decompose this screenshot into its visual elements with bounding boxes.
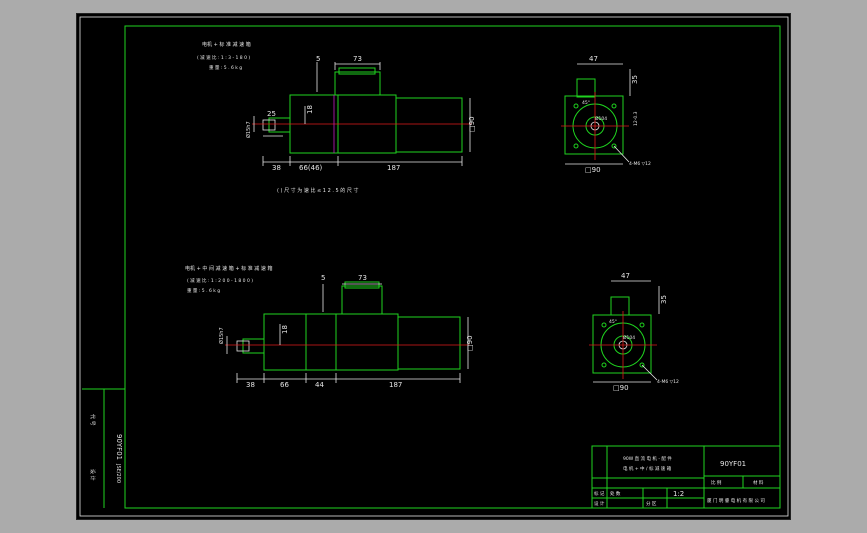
bottom-side-view: 47 35 Ø104 45° □90 4-M6 ▽12 (589, 272, 679, 392)
tb-sign: 分 区 (646, 500, 657, 507)
b-dim-18: 18 (281, 325, 289, 334)
side-label-a: 代 号 (89, 414, 96, 426)
dim-5: 5 (316, 55, 320, 63)
bottom-ratio: ( 减 速 比 : 1 : 2 0 0 - 1 8 0 0 ) (187, 277, 253, 284)
b-dim-15: Ø15h7 (218, 327, 225, 344)
dim-90: □90 (468, 116, 476, 132)
dim-38: 38 (272, 164, 281, 172)
top-title: 电机 + 标 准 减 速 箱 (202, 41, 251, 48)
top-front-view: 电机 + 标 准 减 速 箱 ( 减 速 比 : 1 : 3 - 1 8 0 )… (197, 41, 476, 194)
top-weight: 重 量 : 5 . 6 k g (209, 64, 242, 71)
side-label-b: 设 计 (89, 469, 96, 481)
side-code: 90YF01 (115, 434, 123, 460)
side-dim-47: 47 (589, 55, 598, 63)
dim-25: 25 (267, 110, 276, 118)
b-dim-90: □90 (466, 335, 474, 351)
b-side-bolt: 4-M6 ▽12 (657, 379, 679, 385)
tb-qty: 处 数 (610, 490, 621, 497)
cad-sheet: 90YF01 JSE/200 代 号 设 计 电机 + 标 准 减 速 箱 ( … (79, 16, 789, 517)
side-bolt: 4-M6 ▽12 (629, 161, 651, 167)
top-ratio: ( 减 速 比 : 1 : 3 - 1 8 0 ) (197, 54, 250, 61)
b-dim-187: 187 (389, 381, 402, 389)
tb-row2: 设 计 (594, 500, 605, 507)
side-dim-104: Ø104 (595, 115, 607, 122)
title-block: 90W 直 流 电 机 - 配 件 电 机 + 中 / 标 减 速 箱 90YF… (591, 445, 781, 509)
side-dim-35: 35 (631, 75, 639, 84)
b-dim-66: 66 (280, 381, 289, 389)
top-note: ( ) 尺 寸 为 速 比 ≤ 1 2 . 5 的 尺 寸 (277, 187, 358, 194)
b-dim-38: 38 (246, 381, 255, 389)
top-side-view: 47 35 12-0.3 Ø104 45° □90 4-M6 ▽12 (561, 55, 651, 174)
b-dim-5: 5 (321, 274, 325, 282)
drawing-viewport[interactable]: 90YF01 JSE/200 代 号 设 计 电机 + 标 准 减 速 箱 ( … (76, 13, 791, 520)
bottom-weight: 重 量 : 5 . 6 k g (187, 287, 220, 294)
tb-company: 厦 门 明 睿 电 机 有 限 公 司 (707, 497, 765, 504)
bottom-front-view: 电机 + 中 间 减 速 箱 + 标 准 减 速 箱 ( 减 速 比 : 1 :… (185, 265, 474, 389)
side-dim-12: 12-0.3 (633, 111, 639, 126)
tb-row1: 标 记 (594, 490, 605, 497)
tb-scale: 1:2 (673, 490, 684, 498)
tb-drawing-no: 90YF01 (720, 460, 746, 468)
dim-187: 187 (387, 164, 400, 172)
b-side-angle: 45° (609, 319, 617, 325)
tb-scale-label: 比 例 (711, 479, 722, 486)
dim-73: 73 (353, 55, 362, 63)
tb-material-label: 材 料 (753, 479, 764, 486)
dim-66: 66(46) (299, 164, 323, 172)
side-angle: 45° (582, 100, 590, 106)
b-side-dim-35: 35 (660, 295, 668, 304)
b-side-dim-47: 47 (621, 272, 630, 280)
side-date: JSE/200 (115, 463, 121, 483)
bottom-title: 电机 + 中 间 减 速 箱 + 标 准 减 速 箱 (185, 265, 272, 272)
dim-15: Ø15h7 (245, 121, 252, 138)
tb-line1: 90W 直 流 电 机 - 配 件 (623, 455, 672, 462)
b-side-dim-104: Ø104 (623, 334, 635, 341)
tb-line2: 电 机 + 中 / 标 减 速 箱 (623, 465, 672, 472)
dim-18: 18 (306, 105, 314, 114)
side-strip: 90YF01 JSE/200 代 号 设 计 (82, 388, 125, 508)
side-dim-90: □90 (585, 166, 601, 174)
b-side-dim-90: □90 (613, 384, 629, 392)
b-dim-73: 73 (358, 274, 367, 282)
b-dim-44: 44 (315, 381, 324, 389)
